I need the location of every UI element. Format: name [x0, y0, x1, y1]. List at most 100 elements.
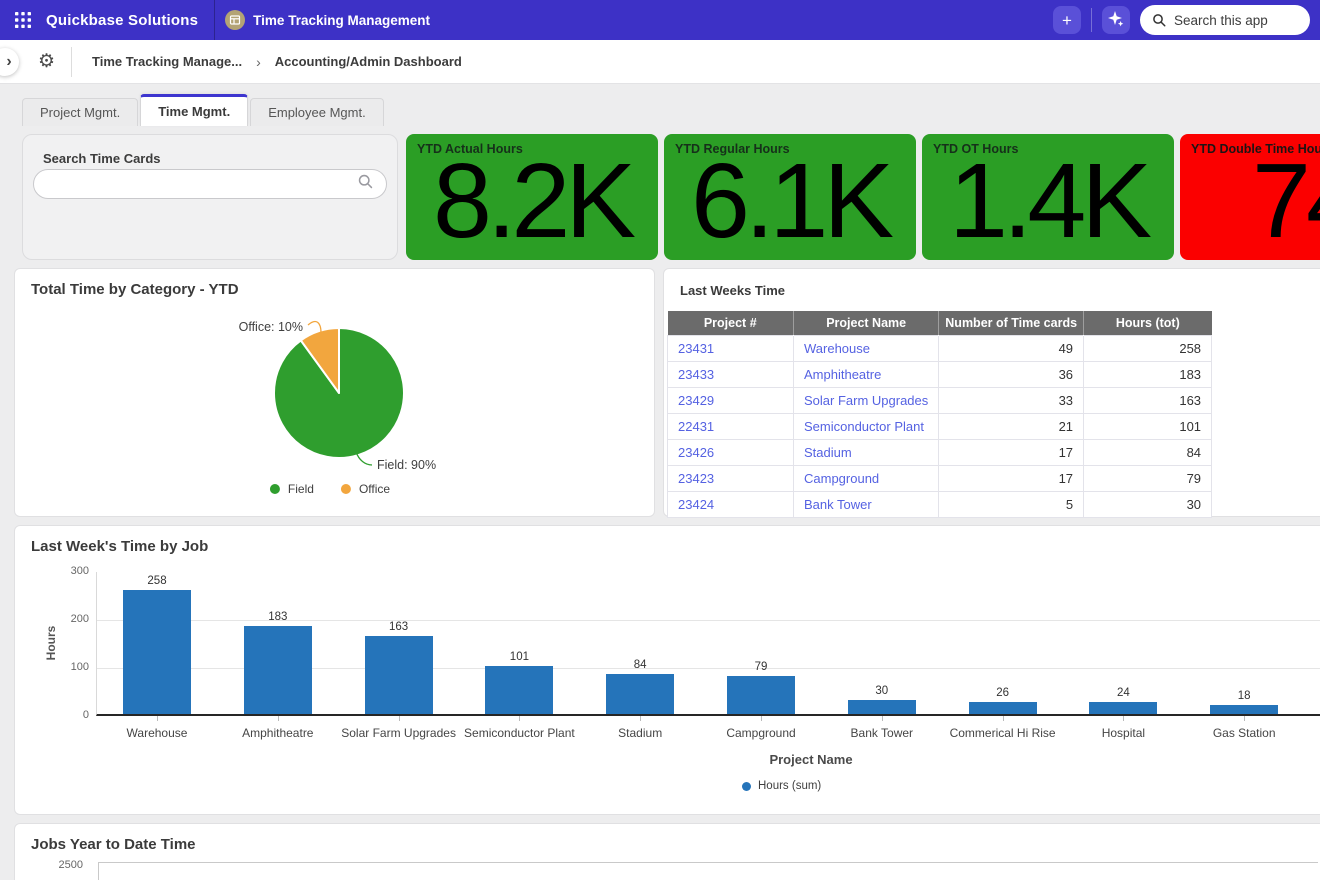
project-name-link[interactable]: Solar Farm Upgrades [804, 393, 928, 408]
x-axis-category-label: Hospital [1058, 726, 1188, 740]
app-search-box[interactable] [1140, 5, 1310, 35]
bar-campground[interactable] [727, 676, 795, 714]
project-name-link[interactable]: Bank Tower [804, 497, 872, 512]
bar-commerical-hi-rise[interactable] [969, 702, 1037, 714]
app-table-icon [225, 10, 245, 30]
kpi-card-row: YTD Actual Hours8.2KYTD Regular Hours6.1… [406, 134, 1320, 260]
pie-chart-panel: Total Time by Category - YTD Office: 10%… [14, 268, 655, 517]
project-name-link[interactable]: Warehouse [804, 341, 870, 356]
sidebar-expand-button[interactable]: › [0, 48, 19, 76]
tab-project-mgmt[interactable]: Project Mgmt. [22, 98, 138, 126]
table-cell: Stadium [794, 439, 939, 465]
table-cell: Bank Tower [794, 491, 939, 517]
app-name: Time Tracking Management [253, 13, 430, 28]
breadcrumb-app-link[interactable]: Time Tracking Manage... [92, 54, 242, 69]
project-number-link[interactable]: 23424 [678, 497, 714, 512]
table-cell: 23433 [668, 361, 794, 387]
column-header[interactable]: Project Name [794, 311, 939, 335]
table-cell: 163 [1084, 387, 1212, 413]
kpi-card[interactable]: YTD Double Time Hours74 [1180, 134, 1320, 260]
breadcrumb-page[interactable]: Accounting/Admin Dashboard [275, 54, 462, 69]
bar-hospital[interactable] [1089, 702, 1157, 714]
current-app-chip[interactable]: Time Tracking Management [225, 10, 430, 30]
project-name-link[interactable]: Stadium [804, 445, 852, 460]
x-axis-tick-mark [157, 716, 158, 721]
dashboard-screen: Quickbase Solutions Time Tracking Manage… [0, 0, 1320, 880]
search-time-cards-label: Search Time Cards [43, 151, 161, 166]
project-number-link[interactable]: 23431 [678, 341, 714, 356]
column-header[interactable]: Number of Time cards [939, 311, 1084, 335]
table-row: 23426Stadium1784 [668, 439, 1212, 465]
table-header-row: Project #Project NameNumber of Time card… [668, 311, 1212, 335]
legend-item-field: Field [270, 482, 314, 496]
bar-warehouse[interactable] [123, 590, 191, 714]
bar-chart-title: Last Week's Time by Job [31, 538, 208, 555]
project-number-link[interactable]: 23426 [678, 445, 714, 460]
app-grid-icon[interactable] [10, 7, 36, 33]
time-cards-search-input[interactable] [46, 177, 357, 192]
sparkle-ai-icon [1107, 10, 1125, 31]
table-cell: 23426 [668, 439, 794, 465]
project-number-link[interactable]: 22431 [678, 419, 714, 434]
table-cell: 17 [939, 439, 1084, 465]
bar-chart-panel: Last Week's Time by Job Hours 0100200300… [14, 525, 1320, 815]
project-name-link[interactable]: Amphitheatre [804, 367, 881, 382]
table-cell: 258 [1084, 335, 1212, 361]
x-axis-tick-mark [882, 716, 883, 721]
table-cell: 23431 [668, 335, 794, 361]
tab-time-mgmt[interactable]: Time Mgmt. [140, 94, 248, 126]
last-weeks-time-table: Project #Project NameNumber of Time card… [667, 311, 1212, 518]
column-header[interactable]: Hours (tot) [1084, 311, 1212, 335]
table-cell: Solar Farm Upgrades [794, 387, 939, 413]
x-axis-category-label: Amphitheatre [213, 726, 343, 740]
tab-employee-mgmt[interactable]: Employee Mgmt. [250, 98, 384, 126]
project-number-link[interactable]: 23423 [678, 471, 714, 486]
table-cell: Campground [794, 465, 939, 491]
company-name[interactable]: Quickbase Solutions [46, 12, 198, 29]
kpi-card[interactable]: YTD Actual Hours8.2K [406, 134, 658, 260]
bar-gas-station[interactable] [1210, 705, 1278, 714]
kpi-card[interactable]: YTD OT Hours1.4K [922, 134, 1174, 260]
bar-stadium[interactable] [606, 674, 674, 714]
project-number-link[interactable]: 23433 [678, 367, 714, 382]
x-axis-tick-mark [761, 716, 762, 721]
hours-legend-dot [742, 782, 751, 791]
field-slice-label: Field: 90% [377, 458, 436, 472]
x-axis-category-label: Commerical Hi Rise [938, 726, 1068, 740]
ai-assistant-button[interactable] [1102, 6, 1130, 34]
app-search-input[interactable] [1174, 13, 1294, 28]
table-row: 23424Bank Tower530 [668, 491, 1212, 517]
table-cell: Semiconductor Plant [794, 413, 939, 439]
bar-value-label: 30 [837, 685, 927, 697]
table-cell: 36 [939, 361, 1084, 387]
table-cell: 22431 [668, 413, 794, 439]
search-icon [1152, 13, 1167, 28]
project-number-link[interactable]: 23429 [678, 393, 714, 408]
bar-value-label: 26 [958, 687, 1048, 699]
kpi-value: 1.4K [922, 148, 1174, 254]
bar-amphitheatre[interactable] [244, 626, 312, 714]
table-cell: 30 [1084, 491, 1212, 517]
bar-value-label: 183 [233, 611, 323, 623]
last-weeks-time-panel: Last Weeks Time Project #Project NameNum… [663, 268, 1320, 517]
add-new-button[interactable]: + [1053, 6, 1081, 34]
sidebar-expand-icon: › [6, 53, 11, 71]
column-header[interactable]: Project # [668, 311, 794, 335]
bar-value-label: 101 [474, 651, 564, 663]
table-cell: 23423 [668, 465, 794, 491]
jobs-ytd-title: Jobs Year to Date Time [31, 836, 196, 853]
bar-value-label: 24 [1078, 687, 1168, 699]
bar-bank-tower[interactable] [848, 700, 916, 714]
project-name-link[interactable]: Semiconductor Plant [804, 419, 924, 434]
x-axis-label: Project Name [749, 752, 873, 767]
bar-solar-farm-upgrades[interactable] [365, 636, 433, 714]
kpi-card[interactable]: YTD Regular Hours6.1K [664, 134, 916, 260]
bar-value-label: 258 [112, 575, 202, 587]
x-axis-tick-mark [519, 716, 520, 721]
bar-semiconductor-plant[interactable] [485, 666, 553, 714]
project-name-link[interactable]: Campground [804, 471, 879, 486]
plus-icon: + [1062, 12, 1072, 29]
bar-value-label: 163 [354, 621, 444, 633]
topbar-divider-2 [1091, 8, 1092, 32]
gear-icon[interactable]: ⚙ [38, 52, 55, 71]
